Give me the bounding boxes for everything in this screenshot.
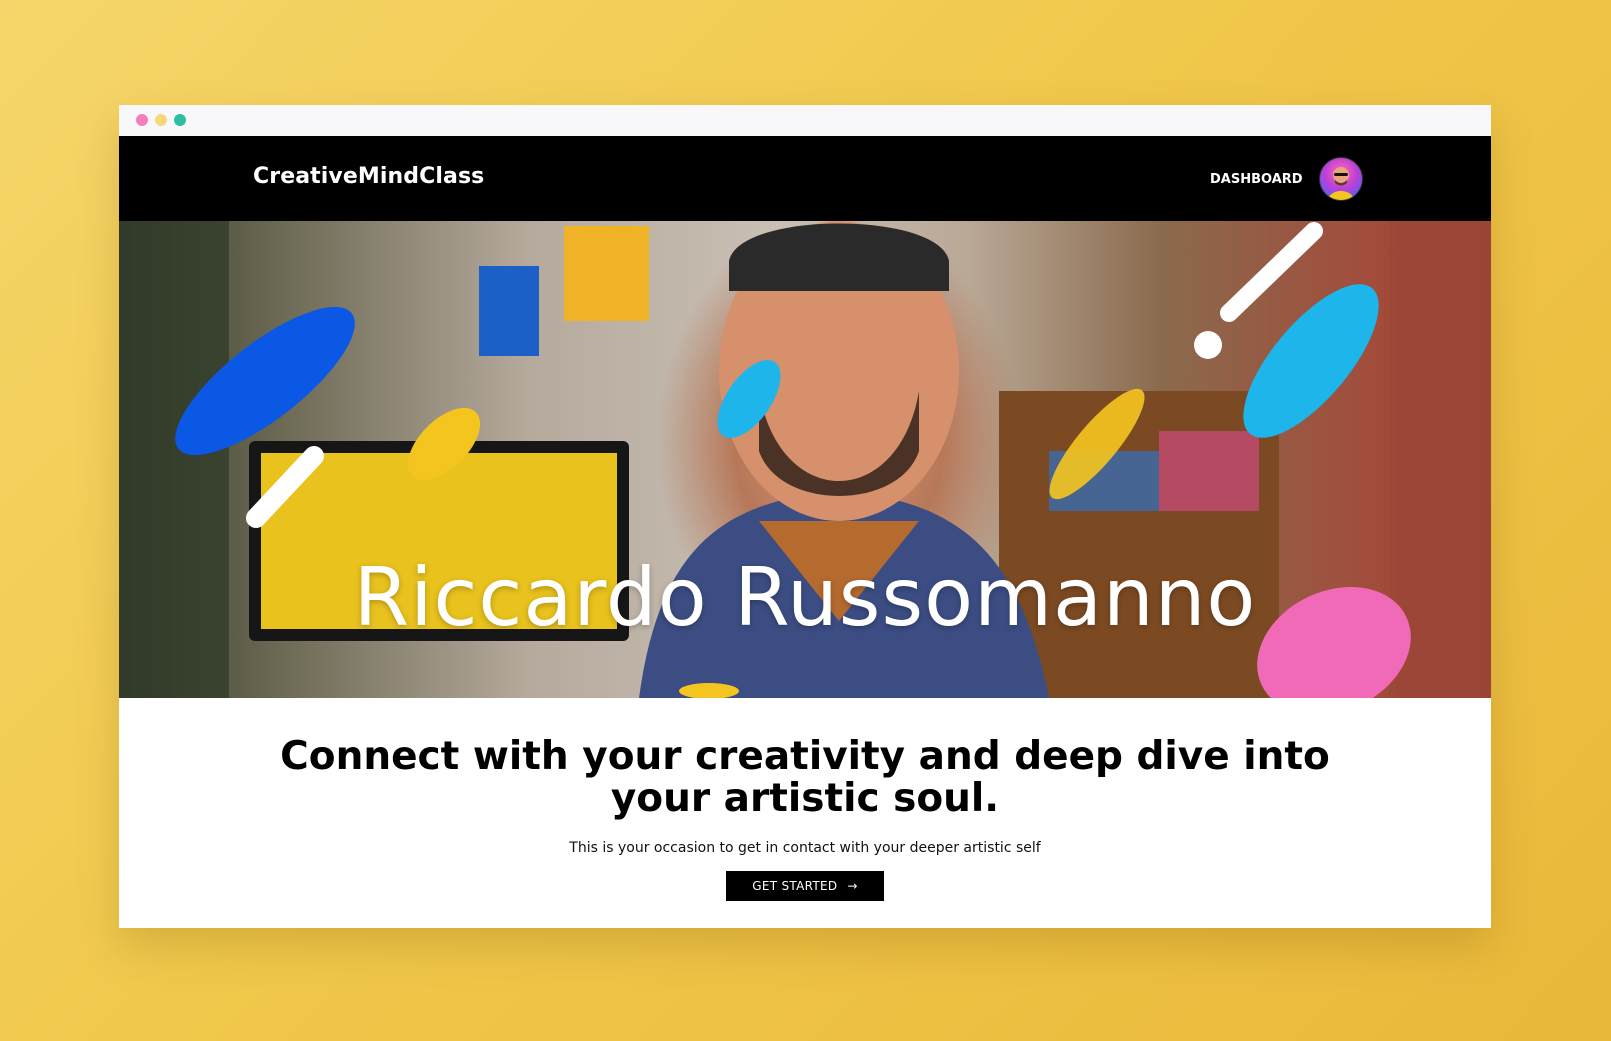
minimize-dot[interactable]: [155, 114, 167, 126]
avatar-icon: [1328, 167, 1354, 200]
books: [1159, 431, 1259, 511]
dashboard-link[interactable]: DASHBOARD: [1210, 172, 1303, 187]
hero-content: Connect with your creativity and deep di…: [119, 698, 1491, 928]
white-dot: [1194, 331, 1222, 359]
wall-poster: [564, 226, 649, 321]
get-started-label: GET STARTED: [752, 879, 838, 893]
browser-titlebar: [119, 105, 1491, 137]
hero-title: Riccardo Russomanno: [353, 551, 1257, 644]
wall-poster: [479, 266, 539, 356]
user-avatar[interactable]: [1319, 157, 1363, 201]
top-navbar: CreativeMindClass DASHBOARD: [119, 136, 1491, 221]
maximize-dot[interactable]: [174, 114, 186, 126]
get-started-button[interactable]: GET STARTED →: [726, 871, 884, 901]
site-logo[interactable]: CreativeMindClass: [253, 164, 484, 189]
arrow-right-icon: →: [847, 879, 858, 893]
browser-window: CreativeMindClass DASHBOARD Riccardo Rus…: [119, 105, 1491, 928]
main-headline: Connect with your creativity and deep di…: [280, 734, 1330, 821]
close-dot[interactable]: [136, 114, 148, 126]
hero-banner: Riccardo Russomanno: [119, 221, 1491, 698]
beanie: [729, 223, 949, 291]
main-subtext: This is your occasion to get in contact …: [569, 840, 1041, 856]
white-stroke: [1220, 222, 1323, 322]
